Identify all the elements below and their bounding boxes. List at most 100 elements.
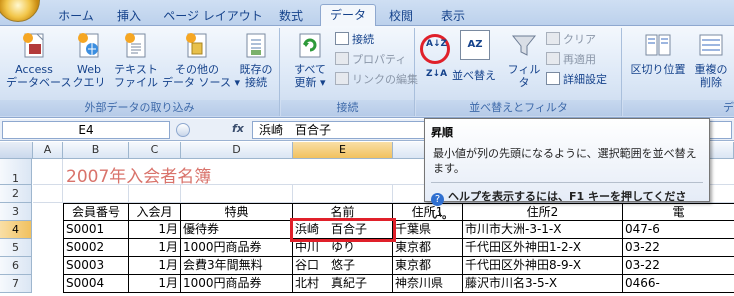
cell-join-month[interactable]: 1月: [129, 275, 181, 293]
remove-duplicates-button[interactable]: 重複の 削除: [691, 30, 731, 89]
text-file-icon: [125, 33, 146, 58]
cell-join-month[interactable]: 1月: [129, 239, 181, 257]
office-button[interactable]: [0, 0, 40, 22]
column-header-e[interactable]: E: [293, 142, 393, 159]
row-header-5[interactable]: 5: [0, 239, 32, 257]
edit-links-button[interactable]: リンクの編集: [335, 72, 418, 88]
cell-phone[interactable]: 0466-: [623, 275, 734, 293]
cell-address1[interactable]: 神奈川県: [393, 275, 463, 293]
row-header-7[interactable]: 7: [0, 275, 32, 293]
filter-button[interactable]: フィルタ: [504, 30, 544, 89]
group-external-data: Access データベース Web クエリ テキスト ファイル その他の データ…: [0, 28, 280, 116]
web-label: Web クエリ: [72, 63, 106, 89]
ribbon: Access データベース Web クエリ テキスト ファイル その他の データ…: [0, 26, 734, 118]
cell-phone[interactable]: 03-22: [623, 239, 734, 257]
tab-view[interactable]: 表示: [428, 8, 478, 26]
existing-connections-label: 既存の 接続: [239, 63, 273, 89]
column-header-c[interactable]: C: [129, 142, 181, 159]
cell-member-id[interactable]: S0002: [63, 239, 129, 257]
sort-ascending-tooltip: 昇順 最小値が列の先頭になるように、選択範囲を並べ替えます。 ? ヘルプを表示する…: [424, 118, 710, 221]
ribbon-tab-bar: ホーム 挿入 ページ レイアウト 数式 データ 校閲 表示: [0, 0, 734, 27]
group-sort-filter: A↓Z Z↓A AZ 並べ替え フィルタ クリア 再適用 詳細設定 並べ替えとフ…: [416, 28, 622, 116]
row-header-2[interactable]: 2: [0, 185, 32, 203]
sort-button[interactable]: AZ: [450, 30, 500, 63]
sort-label: 並べ替え: [452, 69, 496, 82]
sort-ascending-button[interactable]: A↓Z: [426, 39, 448, 60]
web-query-button[interactable]: Web クエリ: [64, 30, 114, 89]
refresh-all-button[interactable]: すべて 更新 ▾: [285, 30, 335, 89]
cell-address2[interactable]: 藤沢市川名3-5-X: [463, 275, 623, 293]
reapply-button[interactable]: 再適用: [546, 52, 596, 68]
cell-phone[interactable]: 03-22: [623, 257, 734, 275]
cell-name[interactable]: 北村 真紀子: [293, 275, 393, 293]
advanced-button[interactable]: 詳細設定: [546, 72, 607, 88]
row-header-4[interactable]: 4: [0, 221, 32, 239]
header-benefit[interactable]: 特典: [181, 203, 293, 221]
cell-address1[interactable]: 千葉県: [393, 221, 463, 239]
cell-address2[interactable]: 千代田区外神田1-2-X: [463, 239, 623, 257]
existing-connections-icon: [246, 33, 266, 58]
cell-address2[interactable]: 千代田区外神田8-9-X: [463, 257, 623, 275]
cell-address2[interactable]: 市川市大洲-3-1-X: [463, 221, 623, 239]
filter-icon: [511, 35, 537, 56]
other-sources-button[interactable]: その他の データ ソース ▾: [162, 30, 240, 89]
tab-insert[interactable]: 挿入: [104, 8, 154, 26]
cell-benefit[interactable]: 1000円商品券: [181, 239, 293, 257]
other-sources-icon: [186, 33, 207, 58]
tooltip-description: 最小値が列の先頭になるように、選択範囲を並べ替えます。: [433, 147, 697, 175]
cell-address1[interactable]: 東京都: [393, 239, 463, 257]
cell-join-month[interactable]: 1月: [129, 257, 181, 275]
edit-links-icon: [335, 72, 349, 85]
other-sources-label: その他の データ ソース ▾: [162, 63, 240, 89]
group-label-data-tools: デ: [623, 100, 734, 116]
existing-connections-button[interactable]: 既存の 接続: [234, 30, 278, 89]
cell-benefit[interactable]: 1000円商品券: [181, 275, 293, 293]
header-join-month[interactable]: 入会月: [129, 203, 181, 221]
header-member-id[interactable]: 会員番号: [63, 203, 129, 221]
cell-member-id[interactable]: S0004: [63, 275, 129, 293]
tab-data[interactable]: データ: [320, 4, 376, 27]
column-header-b[interactable]: B: [63, 142, 129, 159]
sort-descending-icon: Z↓A: [426, 69, 448, 79]
column-header-a[interactable]: A: [33, 142, 63, 159]
access-label: Access データベース: [6, 63, 72, 89]
row-header-3[interactable]: 3: [0, 203, 32, 221]
sort-label-button[interactable]: 並べ替え: [452, 68, 496, 84]
sort-az-icon-text: AZ: [467, 39, 483, 50]
cell-member-id[interactable]: S0003: [63, 257, 129, 275]
properties-button[interactable]: プロパティ: [335, 52, 406, 68]
name-box[interactable]: E4: [2, 121, 170, 139]
cell-address1[interactable]: 東京都: [393, 257, 463, 275]
sort-ascending-icon: A↓Z: [426, 39, 448, 49]
gridline: [180, 185, 181, 203]
tab-home[interactable]: ホーム: [50, 8, 102, 26]
cell-member-id[interactable]: S0001: [63, 221, 129, 239]
text-to-columns-button[interactable]: 区切り位置: [627, 30, 689, 76]
tab-formulas[interactable]: 数式: [268, 8, 314, 26]
cell-phone[interactable]: 047-6: [623, 221, 734, 239]
cell-name[interactable]: 谷口 悠子: [293, 257, 393, 275]
reapply-label: 再適用: [563, 53, 596, 66]
clear-label: クリア: [563, 33, 596, 46]
fx-icon[interactable]: fx: [232, 122, 244, 135]
select-all-corner[interactable]: [0, 142, 33, 159]
cell-benefit[interactable]: 優待券: [181, 221, 293, 239]
column-header-d[interactable]: D: [181, 142, 293, 159]
connections-button[interactable]: 接続: [335, 32, 374, 48]
access-button[interactable]: Access データベース: [6, 30, 71, 89]
cell-join-month[interactable]: 1月: [129, 221, 181, 239]
tab-review[interactable]: 校閲: [378, 8, 424, 26]
refresh-icon: [299, 33, 321, 58]
row-header-6[interactable]: 6: [0, 257, 32, 275]
row-header-1[interactable]: 1: [0, 159, 32, 185]
cell-benefit[interactable]: 会費3年間無料: [181, 257, 293, 275]
formula-dropdown-icon[interactable]: [176, 123, 190, 137]
tab-page-layout[interactable]: ページ レイアウト: [158, 8, 268, 26]
sheet-title: 2007年入会者名簿: [66, 167, 212, 187]
clear-button[interactable]: クリア: [546, 32, 596, 48]
group-label-connections: 接続: [281, 100, 414, 116]
text-file-button[interactable]: テキスト ファイル: [110, 30, 162, 89]
sort-az-icon: AZ: [460, 30, 490, 60]
sort-descending-button[interactable]: Z↓A: [426, 69, 448, 90]
reapply-icon: [546, 52, 560, 65]
